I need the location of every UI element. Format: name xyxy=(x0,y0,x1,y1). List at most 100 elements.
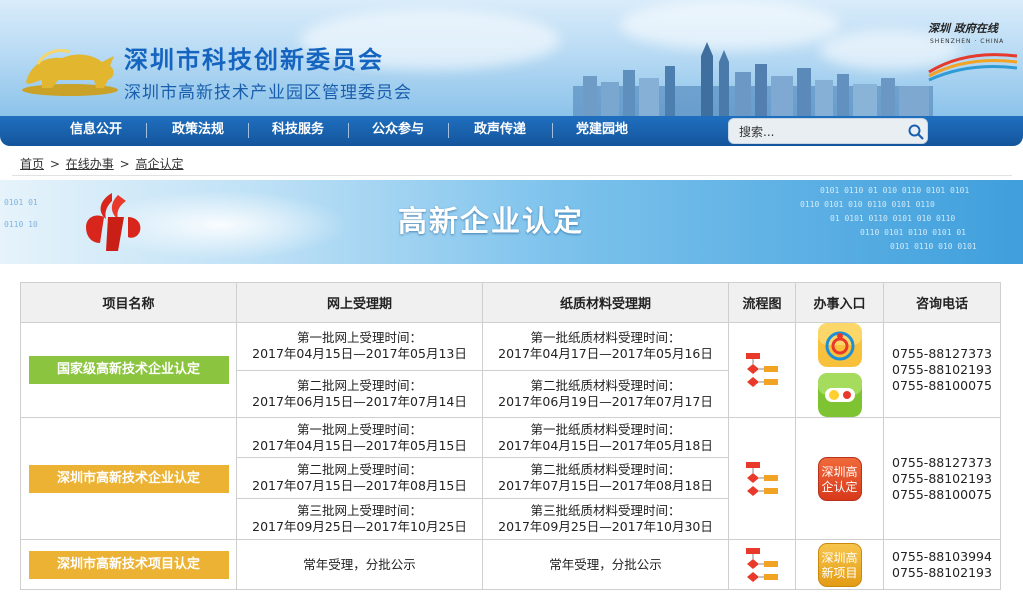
nav-divider xyxy=(146,123,147,138)
national-high-tech-enterprise-button[interactable]: 国家级高新技术企业认定 xyxy=(28,356,229,384)
column-header-project-name: 项目名称 xyxy=(20,282,237,323)
torch-logo-icon xyxy=(86,193,141,251)
header-banner: 深圳市科技创新委员会 深圳市高新技术产业园区管理委员会 深圳 政府在线 SHEN… xyxy=(0,0,1023,116)
paper-period-cell: 第三批纸质材料受理时间： 2017年09月25日—2017年10月30日 xyxy=(482,498,729,540)
binary-decoration: 01 0101 0110 0101 010 0110 xyxy=(830,214,956,223)
shenzhen-enterprise-entry-button[interactable]: 深圳高企认定 xyxy=(817,456,862,501)
binary-decoration: 0101 0110 010 0101 xyxy=(890,242,977,251)
phone-number: 0755-88100075 xyxy=(892,378,992,393)
batch-dates: 2017年04月15日—2017年05月15日 xyxy=(252,437,467,453)
nav-divider xyxy=(348,123,349,138)
project-name-cell: 深圳市高新技术企业认定 xyxy=(20,417,237,540)
phone-number: 0755-88127373 xyxy=(892,346,992,361)
batch-dates: 2017年04月15日—2017年05月18日 xyxy=(498,437,713,453)
breadcrumb-home-link[interactable]: 首页 xyxy=(20,157,44,171)
table-header-row: 项目名称 网上受理期 纸质材料受理期 流程图 办事入口 咨询电话 xyxy=(20,282,1001,323)
search-input[interactable] xyxy=(739,123,899,141)
paper-period-cell: 第二批纸质材料受理时间： 2017年06月19日—2017年07月17日 xyxy=(482,369,729,418)
shenzhen-high-tech-enterprise-button[interactable]: 深圳市高新技术企业认定 xyxy=(28,464,229,493)
breadcrumb-separator: > xyxy=(119,157,130,171)
binary-decoration: 0110 10 xyxy=(4,220,38,229)
column-header-entry: 办事入口 xyxy=(795,282,884,323)
batch-label: 第一批网上受理时间： xyxy=(296,330,422,346)
breadcrumb-online-services-link[interactable]: 在线办事 xyxy=(66,157,114,171)
batch-label: 第二批纸质材料受理时间： xyxy=(530,462,681,477)
nav-item-party-building[interactable]: 党建园地 xyxy=(554,116,650,146)
section-title: 高新企业认定 xyxy=(398,204,585,238)
flowchart-icon[interactable] xyxy=(742,545,782,585)
nav-divider xyxy=(248,123,249,138)
phone-number: 0755-88127373 xyxy=(892,454,992,470)
batch-label: 第三批网上受理时间： xyxy=(296,503,422,518)
search-icon[interactable] xyxy=(907,123,925,141)
phone-number: 0755-88102193 xyxy=(892,564,992,580)
batch-dates: 2017年06月15日—2017年07月14日 xyxy=(252,393,467,409)
batch-dates: 2017年07月15日—2017年08月18日 xyxy=(498,478,713,493)
certification-table: 项目名称 网上受理期 纸质材料受理期 流程图 办事入口 咨询电话 国家级高新技术… xyxy=(20,282,1001,590)
nav-item-policies[interactable]: 政策法规 xyxy=(150,116,246,146)
phone-cell: 0755-88127373 0755-88102193 0755-8810007… xyxy=(883,322,1001,418)
online-service-app-icon[interactable] xyxy=(817,323,862,367)
online-period-cell: 第三批网上受理时间： 2017年09月25日—2017年10月25日 xyxy=(236,498,483,540)
search-box xyxy=(728,118,928,144)
column-header-paper-period: 纸质材料受理期 xyxy=(482,282,729,323)
flowchart-cell xyxy=(728,322,796,418)
breadcrumb-current[interactable]: 高企认定 xyxy=(135,157,183,171)
paper-period-cell: 常年受理，分批公示 xyxy=(482,539,729,590)
city-logo-english: SHENZHEN · CHINA xyxy=(930,38,1005,45)
project-name-cell: 国家级高新技术企业认定 xyxy=(20,322,237,418)
binary-decoration: 0110 0101 0110 0101 01 xyxy=(860,228,966,237)
table-row: 深圳市高新技术企业认定 第一批网上受理时间： 2017年04月15日—2017年… xyxy=(20,417,1001,540)
project-name-cell: 深圳市高新技术项目认定 xyxy=(20,539,237,590)
batch-dates: 2017年06月19日—2017年07月17日 xyxy=(498,393,713,409)
flowchart-cell xyxy=(728,539,796,590)
batch-label: 第一批网上受理时间： xyxy=(296,421,422,437)
column-header-online-period: 网上受理期 xyxy=(236,282,483,323)
entry-cell xyxy=(795,322,884,418)
batch-dates: 2017年04月15日—2017年05月13日 xyxy=(252,346,467,362)
batch-label: 第一批纸质材料受理时间： xyxy=(530,330,681,346)
online-period-cell: 第一批网上受理时间： 2017年04月15日—2017年05月15日 xyxy=(236,417,483,458)
toggle-app-icon[interactable] xyxy=(817,373,862,417)
entry-cell: 深圳高企认定 xyxy=(795,417,884,540)
nav-item-public-participation[interactable]: 公众参与 xyxy=(350,116,446,146)
site-title: 深圳市科技创新委员会 xyxy=(124,46,384,74)
online-period-cell: 第二批网上受理时间： 2017年06月15日—2017年07月14日 xyxy=(236,369,483,418)
phone-number: 0755-88102193 xyxy=(892,362,992,377)
batch-label: 第二批网上受理时间： xyxy=(296,377,422,393)
site-subtitle: 深圳市高新技术产业园区管理委员会 xyxy=(124,83,412,103)
nav-item-info-disclosure[interactable]: 信息公开 xyxy=(48,116,144,146)
online-period-cell: 第一批网上受理时间： 2017年04月15日—2017年05月13日 xyxy=(236,322,483,371)
batch-label: 第三批纸质材料受理时间： xyxy=(530,503,681,518)
table-row: 国家级高新技术企业认定 第一批网上受理时间： 2017年04月15日—2017年… xyxy=(20,322,1001,418)
batch-dates: 2017年04月17日—2017年05月16日 xyxy=(498,346,713,362)
phone-cell: 0755-88103994 0755-88102193 xyxy=(883,539,1001,590)
phone-number: 0755-88102193 xyxy=(892,470,992,486)
batch-label: 第二批纸质材料受理时间： xyxy=(530,377,681,393)
city-skyline-image xyxy=(573,42,933,116)
phone-cell: 0755-88127373 0755-88102193 0755-8810007… xyxy=(883,417,1001,540)
online-period-cell: 第二批网上受理时间： 2017年07月15日—2017年08月15日 xyxy=(236,457,483,499)
batch-label: 第一批纸质材料受理时间： xyxy=(530,421,681,437)
binary-decoration: 0110 0101 010 0110 0101 0110 xyxy=(800,200,935,209)
paper-period-cell: 第一批纸质材料受理时间： 2017年04月15日—2017年05月18日 xyxy=(482,417,729,458)
nav-item-tech-services[interactable]: 科技服务 xyxy=(250,116,346,146)
nav-item-government-voice[interactable]: 政声传递 xyxy=(450,116,550,146)
paper-period-cell: 第一批纸质材料受理时间： 2017年04月17日—2017年05月16日 xyxy=(482,322,729,371)
bull-logo-icon xyxy=(22,49,118,96)
column-header-phone: 咨询电话 xyxy=(883,282,1001,323)
city-logo-text: 深圳 政府在线 xyxy=(928,22,998,35)
phone-number: 0755-88100075 xyxy=(892,486,992,502)
flowchart-icon[interactable] xyxy=(742,459,782,499)
batch-label: 第二批网上受理时间： xyxy=(296,462,422,477)
binary-decoration: 0101 01 xyxy=(4,198,38,207)
entry-cell: 深圳高新项目 xyxy=(795,539,884,590)
divider xyxy=(12,175,1012,176)
flowchart-icon[interactable] xyxy=(742,350,782,390)
nav-divider xyxy=(552,123,553,138)
column-header-flowchart: 流程图 xyxy=(728,282,796,323)
shenzhen-high-tech-project-button[interactable]: 深圳市高新技术项目认定 xyxy=(28,550,229,579)
nav-divider xyxy=(448,123,449,138)
shenzhen-project-entry-button[interactable]: 深圳高新项目 xyxy=(817,542,862,587)
phone-number: 0755-88103994 xyxy=(892,548,992,564)
